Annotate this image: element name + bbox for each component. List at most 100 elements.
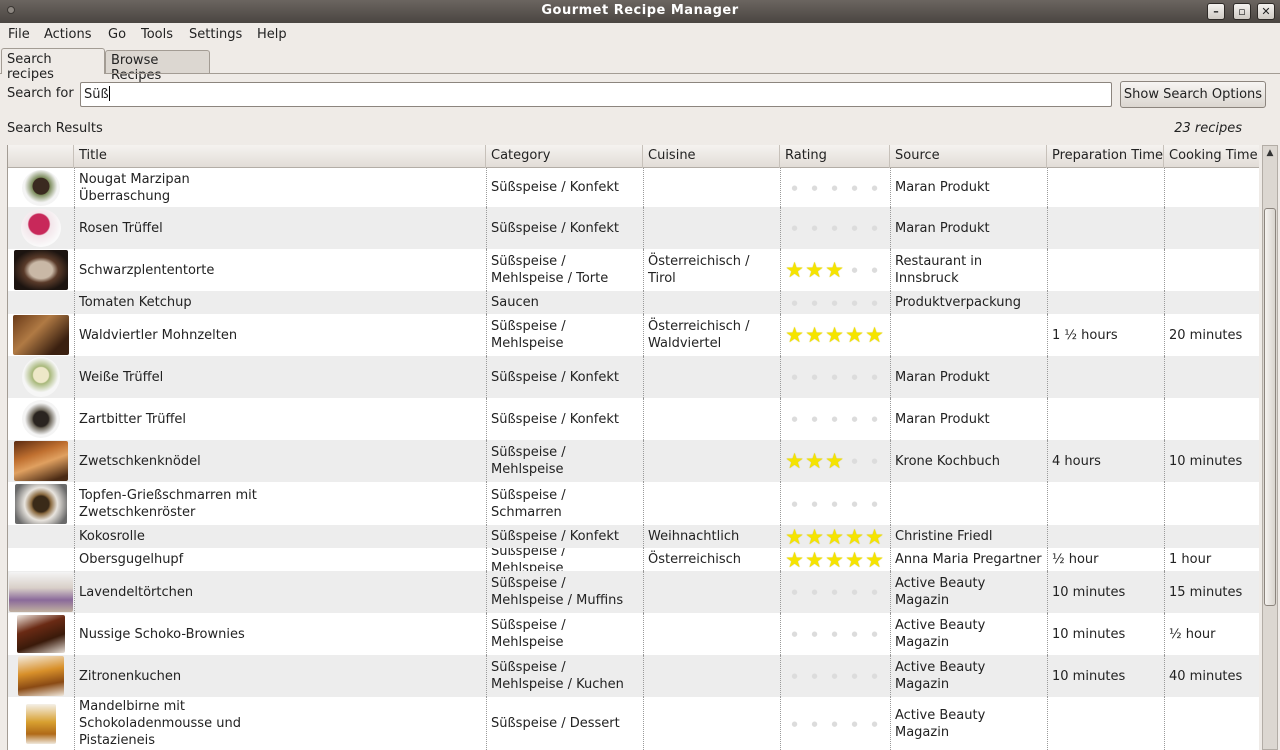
table-row[interactable]: Zitronenkuchen Süßspeise / Mehlspeise / K… (8, 655, 1259, 697)
menu-file[interactable]: File (8, 27, 30, 42)
star-empty-icon: ● (871, 224, 878, 232)
source-text: Maran Produkt (895, 220, 990, 236)
title-cell: Tomaten Ketchup (74, 291, 486, 314)
table-row[interactable]: Obersgugelhupf Süßspeise / Mehlspeise Öste… (8, 548, 1259, 571)
table-row[interactable]: Nussige Schoko-Brownies Süßspeise / Mehls… (8, 613, 1259, 655)
title-cell: Weiße Trüffel (74, 356, 486, 398)
table-row[interactable]: Topfen-Grießschmarren mit Zwetschkenröst… (8, 482, 1259, 525)
recipe-thumbnail (21, 209, 61, 247)
title-text: Waldviertler Mohnzelten (79, 327, 238, 343)
table-row[interactable]: Lavendeltörtchen Süßspeise / Mehlspeise /… (8, 571, 1259, 613)
star-empty-icon: ● (871, 457, 878, 465)
title-cell: Kokosrolle (74, 525, 486, 548)
table-row[interactable]: Rosen Trüffel Süßspeise / Konfekt ● ● ● ● ● Mar… (8, 207, 1259, 249)
star-filled-icon: ★ (845, 525, 864, 548)
title-text: Nougat Marzipan Überraschung (79, 171, 190, 204)
prep-text: 1 ½ hours (1052, 327, 1118, 343)
star-filled-icon: ★ (785, 258, 804, 282)
source-cell: Maran Produkt (890, 398, 1047, 440)
prep-text: 10 minutes (1052, 626, 1126, 642)
minimize-icon[interactable]: – (1207, 3, 1225, 20)
table-row[interactable]: Weiße Trüffel Süßspeise / Konfekt ● ● ● ● ● Mar… (8, 356, 1259, 398)
star-empty-icon: ● (791, 415, 798, 423)
rating-cell: ★ ★ ★ ★ ★ (780, 314, 890, 356)
category-text: Süßspeise / Konfekt (491, 220, 620, 236)
cuisine-cell (643, 697, 780, 750)
column-header-preparation-time[interactable]: Preparation Time (1047, 145, 1164, 168)
title-cell: Rosen Trüffel (74, 207, 486, 249)
menu-settings[interactable]: Settings (189, 27, 242, 42)
rating-stars: ● ● ● ● ● (785, 218, 884, 238)
search-input[interactable]: Süß (80, 82, 1112, 107)
menu-go[interactable]: Go (108, 27, 126, 42)
cuisine-cell (643, 207, 780, 249)
star-empty-icon: ● (871, 719, 878, 728)
scroll-up-icon[interactable]: ▲ (1263, 146, 1277, 160)
rating-cell: ● ● ● ● ● (780, 697, 890, 750)
cuisine-cell (643, 168, 780, 207)
table-row[interactable]: Schwarzplententorte Süßspeise / Mehlspeis… (8, 249, 1259, 291)
title-cell: Nussige Schoko-Brownies (74, 613, 486, 655)
cook-cell: 15 minutes (1164, 571, 1259, 613)
table-row[interactable]: Tomaten Ketchup Saucen ● ● ● ● ● Produktverpack… (8, 291, 1259, 314)
menu-help[interactable]: Help (257, 27, 287, 42)
scrollbar-thumb[interactable] (1264, 208, 1276, 606)
prep-cell (1047, 697, 1164, 750)
star-empty-icon: ● (791, 373, 798, 381)
column-header-cuisine[interactable]: Cuisine (643, 145, 780, 168)
category-cell: Süßspeise / Konfekt (486, 525, 643, 548)
table-row[interactable]: Nougat Marzipan Überraschung Süßspeise / … (8, 168, 1259, 207)
star-empty-icon: ● (811, 588, 818, 596)
prep-cell: 10 minutes (1047, 571, 1164, 613)
table-row[interactable]: Zartbitter Trüffel Süßspeise / Konfekt ● ● ●… (8, 398, 1259, 440)
star-empty-icon: ● (791, 630, 798, 638)
menu-actions[interactable]: Actions (44, 27, 92, 42)
column-header-cooking-time[interactable]: Cooking Time (1164, 145, 1259, 168)
source-cell (890, 314, 1047, 356)
column-header-image[interactable] (8, 145, 74, 168)
menu-tools[interactable]: Tools (141, 27, 173, 42)
source-cell: Christine Friedl (890, 525, 1047, 548)
column-header-rating[interactable]: Rating (780, 145, 890, 168)
close-icon[interactable]: ✕ (1257, 3, 1275, 20)
source-cell: Produktverpackung (890, 291, 1047, 314)
cook-cell (1164, 291, 1259, 314)
source-cell: Active Beauty Magazin (890, 655, 1047, 697)
column-header-title[interactable]: Title (74, 145, 486, 168)
star-empty-icon: ● (791, 499, 798, 508)
rating-cell: ● ● ● ● ● (780, 571, 890, 613)
star-empty-icon: ● (811, 630, 818, 638)
vertical-scrollbar[interactable]: ▲ (1262, 145, 1278, 750)
column-header-source[interactable]: Source (890, 145, 1047, 168)
tab-browse-recipes[interactable]: Browse Recipes (105, 50, 210, 83)
category-text: Süßspeise / Dessert (491, 716, 620, 731)
table-row[interactable]: Kokosrolle Süßspeise / Konfekt Weihnachtli… (8, 525, 1259, 548)
rating-cell: ● ● ● ● ● (780, 398, 890, 440)
source-cell: Active Beauty Magazin (890, 697, 1047, 750)
prep-cell: ½ hour (1047, 548, 1164, 571)
star-empty-icon: ● (831, 224, 838, 232)
maximize-icon[interactable]: ▫ (1233, 3, 1251, 20)
star-empty-icon: ● (871, 499, 878, 508)
show-search-options-button[interactable]: Show Search Options (1120, 81, 1266, 108)
source-text: Krone Kochbuch (895, 453, 1001, 469)
star-empty-icon: ● (851, 588, 858, 596)
star-filled-icon: ★ (805, 323, 824, 347)
rating-stars: ★ ★ ★ ● ● (785, 451, 884, 472)
rating-cell: ● ● ● ● ● (780, 291, 890, 314)
source-text: Active Beauty Magazin (895, 576, 986, 608)
category-text: Süßspeise / Mehlspeise (491, 548, 566, 571)
table-row[interactable]: Zwetschkenknödel Süßspeise / Mehlspeise ★ ★… (8, 440, 1259, 482)
tab-search-recipes[interactable]: Search recipes (1, 48, 105, 82)
recipe-thumbnail (26, 704, 56, 744)
star-empty-icon: ● (811, 373, 818, 381)
star-filled-icon: ★ (785, 548, 804, 571)
column-header-category[interactable]: Category (486, 145, 643, 168)
cuisine-cell (643, 291, 780, 314)
tab-bar: Search recipes Browse Recipes (0, 48, 1280, 83)
table-row[interactable]: Waldviertler Mohnzelten Süßspeise / Mehls… (8, 314, 1259, 356)
category-cell: Süßspeise / Mehlspeise / Torte (486, 249, 643, 291)
star-empty-icon: ● (831, 183, 838, 192)
table-row[interactable]: Mandelbirne mit Schokoladenmousse und Pi… (8, 697, 1259, 750)
rating-stars: ● ● ● ● ● (785, 178, 884, 198)
